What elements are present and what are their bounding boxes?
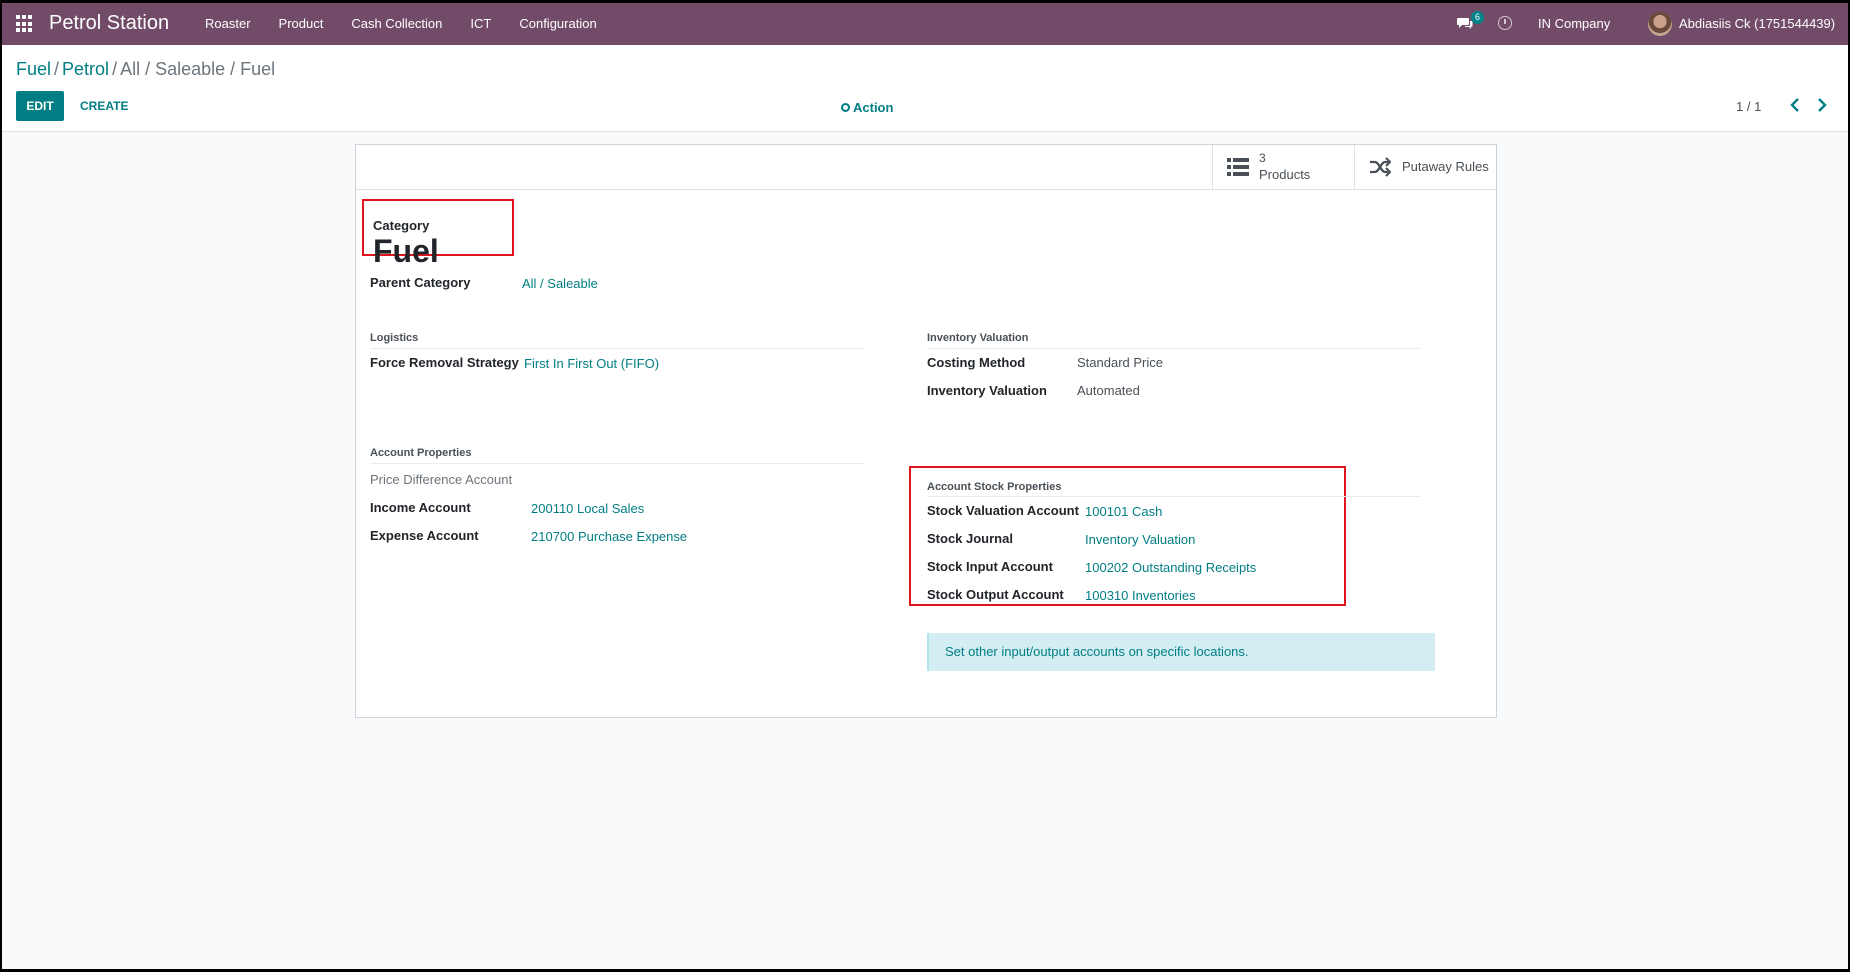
create-button[interactable]: CREATE bbox=[72, 91, 136, 121]
activity-clock-icon[interactable] bbox=[1498, 16, 1512, 30]
income-account-value[interactable]: 200110 Local Sales bbox=[531, 501, 644, 516]
edit-button[interactable]: EDIT bbox=[16, 91, 64, 121]
income-account-label: Income Account bbox=[370, 500, 471, 515]
stock-valuation-account-label: Stock Valuation Account bbox=[927, 503, 1079, 518]
parent-category-value[interactable]: All / Saleable bbox=[522, 276, 598, 291]
putaway-rules-smart-button[interactable]: Putaway Rules bbox=[1354, 145, 1496, 189]
inventory-valuation-value: Automated bbox=[1077, 383, 1140, 398]
form-sheet: 3 Products Putaway Rules Category Fuel P… bbox=[355, 144, 1497, 718]
account-properties-divider bbox=[370, 463, 864, 464]
account-stock-group-title: Account Stock Properties bbox=[927, 481, 1062, 493]
putaway-rules-label: Putaway Rules bbox=[1402, 159, 1489, 174]
category-label: Category bbox=[373, 218, 430, 233]
top-navbar: Petrol Station Roaster Product Cash Coll… bbox=[2, 3, 1848, 45]
inventory-valuation-group-title: Inventory Valuation bbox=[927, 332, 1029, 344]
account-stock-divider bbox=[927, 496, 1420, 497]
inventory-valuation-divider bbox=[927, 348, 1420, 349]
products-smart-button[interactable]: 3 Products bbox=[1212, 145, 1354, 189]
breadcrumb-fuel[interactable]: Fuel bbox=[16, 59, 51, 79]
company-switcher[interactable]: IN Company bbox=[1538, 3, 1610, 45]
breadcrumb-petrol[interactable]: Petrol bbox=[62, 59, 109, 79]
costing-method-value: Standard Price bbox=[1077, 355, 1163, 370]
gear-icon bbox=[841, 103, 850, 112]
chevron-left-icon[interactable] bbox=[1788, 97, 1802, 113]
removal-strategy-value[interactable]: First In First Out (FIFO) bbox=[524, 356, 659, 371]
stock-input-account-label: Stock Input Account bbox=[927, 559, 1053, 574]
account-properties-group-title: Account Properties bbox=[370, 447, 472, 459]
chat-count-badge: 6 bbox=[1471, 11, 1484, 24]
app-window: Petrol Station Roaster Product Cash Coll… bbox=[2, 3, 1848, 969]
main-menu: Roaster Product Cash Collection ICT Conf… bbox=[191, 3, 611, 45]
price-difference-account-label: Price Difference Account bbox=[370, 472, 513, 487]
breadcrumb-current: All / Saleable / Fuel bbox=[120, 59, 276, 79]
user-menu[interactable]: Abdiasiis Ck (1751544439) bbox=[1679, 3, 1835, 45]
removal-strategy-label: Force Removal Strategy bbox=[370, 355, 519, 370]
menu-item-roaster[interactable]: Roaster bbox=[191, 3, 265, 45]
action-menu-button[interactable]: Action bbox=[841, 100, 893, 115]
chevron-right-icon[interactable] bbox=[1815, 97, 1829, 113]
stock-output-account-value[interactable]: 100310 Inventories bbox=[1085, 588, 1196, 603]
menu-item-configuration[interactable]: Configuration bbox=[505, 3, 610, 45]
menu-item-product[interactable]: Product bbox=[265, 3, 338, 45]
inventory-valuation-label: Inventory Valuation bbox=[927, 383, 1047, 398]
stock-valuation-account-value[interactable]: 100101 Cash bbox=[1085, 504, 1162, 519]
category-name[interactable]: Fuel bbox=[373, 233, 439, 270]
logistics-group-title: Logistics bbox=[370, 332, 419, 344]
apps-menu-icon[interactable] bbox=[16, 15, 34, 33]
shuffle-icon bbox=[1370, 157, 1391, 177]
breadcrumb: Fuel / Petrol / All / Saleable / Fuel bbox=[16, 59, 276, 79]
stock-journal-value[interactable]: Inventory Valuation bbox=[1085, 532, 1195, 547]
products-label: Products bbox=[1259, 167, 1311, 182]
stock-output-account-label: Stock Output Account bbox=[927, 587, 1064, 602]
stock-input-account-value[interactable]: 100202 Outstanding Receipts bbox=[1085, 560, 1256, 575]
user-avatar[interactable] bbox=[1648, 12, 1672, 36]
logistics-divider bbox=[370, 348, 864, 349]
list-icon bbox=[1227, 158, 1249, 176]
expense-account-value[interactable]: 210700 Purchase Expense bbox=[531, 529, 687, 544]
parent-category-label: Parent Category bbox=[370, 275, 471, 290]
menu-item-ict[interactable]: ICT bbox=[456, 3, 505, 45]
menu-item-cash-collection[interactable]: Cash Collection bbox=[337, 3, 456, 45]
app-brand[interactable]: Petrol Station bbox=[49, 12, 169, 35]
accounts-info-alert: Set other input/output accounts on speci… bbox=[927, 633, 1435, 671]
pager-value[interactable]: 1 / 1 bbox=[1736, 99, 1761, 114]
products-count: 3 bbox=[1259, 151, 1266, 165]
stock-journal-label: Stock Journal bbox=[927, 531, 1013, 546]
expense-account-label: Expense Account bbox=[370, 528, 479, 543]
costing-method-label: Costing Method bbox=[927, 355, 1026, 370]
smart-button-box: 3 Products Putaway Rules bbox=[356, 145, 1496, 190]
